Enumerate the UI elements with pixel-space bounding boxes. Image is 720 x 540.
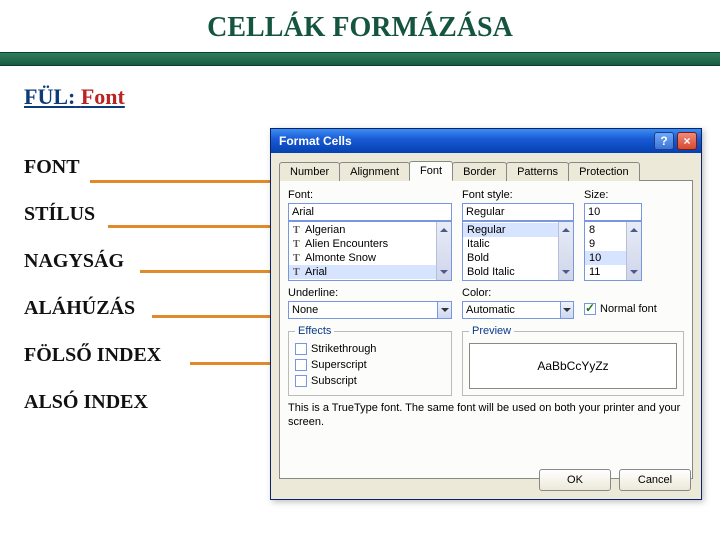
callout-size: NAGYSÁG bbox=[24, 250, 260, 272]
scrollbar[interactable] bbox=[558, 222, 573, 280]
checkbox-icon bbox=[295, 359, 307, 371]
list-item[interactable]: TArial bbox=[289, 265, 451, 279]
checkbox-icon bbox=[295, 343, 307, 355]
callout-subscript: ALSÓ INDEX bbox=[24, 391, 260, 413]
preview-sample: AaBbCcYyZz bbox=[469, 343, 677, 389]
size-input[interactable] bbox=[584, 203, 642, 221]
color-value[interactable] bbox=[462, 301, 560, 319]
tab-caption-prefix: FÜL: bbox=[24, 84, 75, 109]
font-style-input[interactable] bbox=[462, 203, 574, 221]
callout-style: STÍLUS bbox=[24, 203, 260, 225]
dialog-titlebar[interactable]: Format Cells ? × bbox=[271, 129, 701, 153]
font-input[interactable] bbox=[288, 203, 452, 221]
list-item[interactable]: Italic bbox=[463, 237, 573, 251]
checkbox-icon bbox=[584, 303, 596, 315]
effects-group: Effects Strikethrough Superscript Subscr… bbox=[288, 325, 452, 396]
underline-dropdown[interactable] bbox=[288, 301, 452, 319]
preview-group: Preview AaBbCcYyZz bbox=[462, 325, 684, 396]
color-dropdown[interactable] bbox=[462, 301, 574, 319]
scrollbar[interactable] bbox=[626, 222, 641, 280]
list-item[interactable]: TAlien Encounters bbox=[289, 237, 451, 251]
dialog-title: Format Cells bbox=[279, 134, 352, 148]
effects-title: Effects bbox=[295, 325, 334, 337]
callout-labels: FONT STÍLUS NAGYSÁG ALÁHÚZÁS FÖLSŐ INDEX… bbox=[0, 120, 260, 413]
font-panel: Font: TAlgerian TAlien Encounters TAlmon… bbox=[279, 181, 693, 479]
callout-font: FONT bbox=[24, 156, 260, 178]
underline-label: Underline: bbox=[288, 287, 452, 299]
scrollbar[interactable] bbox=[436, 222, 451, 280]
normal-font-checkbox[interactable]: Normal font bbox=[584, 301, 657, 317]
tab-patterns[interactable]: Patterns bbox=[506, 162, 569, 181]
tab-alignment[interactable]: Alignment bbox=[339, 162, 410, 181]
chevron-down-icon[interactable] bbox=[437, 301, 452, 319]
tab-border[interactable]: Border bbox=[452, 162, 507, 181]
color-label: Color: bbox=[462, 287, 574, 299]
checkbox-icon bbox=[295, 375, 307, 387]
strikethrough-checkbox[interactable]: Strikethrough bbox=[295, 341, 445, 357]
font-listbox[interactable]: TAlgerian TAlien Encounters TAlmonte Sno… bbox=[288, 221, 452, 281]
list-item[interactable]: Bold bbox=[463, 251, 573, 265]
slide-title: CELLÁK FORMÁZÁSA bbox=[0, 0, 720, 52]
normal-font-label: Normal font bbox=[600, 303, 657, 315]
tab-number[interactable]: Number bbox=[279, 162, 340, 181]
list-item[interactable]: TAlgerian bbox=[289, 223, 451, 237]
close-button[interactable]: × bbox=[677, 132, 697, 150]
arrow-underline bbox=[152, 315, 282, 318]
font-style-label: Font style: bbox=[462, 189, 574, 201]
superscript-checkbox[interactable]: Superscript bbox=[295, 357, 445, 373]
tab-caption-word: Font bbox=[81, 84, 125, 109]
list-item[interactable]: TAlmonte Snow bbox=[289, 251, 451, 265]
size-listbox[interactable]: 8 9 10 11 bbox=[584, 221, 642, 281]
format-cells-dialog: Format Cells ? × Number Alignment Font B… bbox=[270, 128, 702, 500]
cancel-button[interactable]: Cancel bbox=[619, 469, 691, 491]
chevron-down-icon[interactable] bbox=[560, 301, 574, 319]
dialog-tabs: Number Alignment Font Border Patterns Pr… bbox=[279, 159, 693, 181]
subscript-checkbox[interactable]: Subscript bbox=[295, 373, 445, 389]
font-hint: This is a TrueType font. The same font w… bbox=[288, 402, 684, 430]
help-button[interactable]: ? bbox=[654, 132, 674, 150]
tab-font[interactable]: Font bbox=[409, 161, 453, 181]
font-label: Font: bbox=[288, 189, 452, 201]
size-label: Size: bbox=[584, 189, 642, 201]
list-item[interactable]: Bold Italic bbox=[463, 265, 573, 279]
arrow-font bbox=[90, 180, 282, 183]
tab-protection[interactable]: Protection bbox=[568, 162, 640, 181]
title-divider bbox=[0, 52, 720, 66]
list-item[interactable]: Regular bbox=[463, 223, 573, 237]
font-style-listbox[interactable]: Regular Italic Bold Bold Italic bbox=[462, 221, 574, 281]
underline-value[interactable] bbox=[288, 301, 437, 319]
tab-caption: FÜL: Font bbox=[24, 84, 720, 110]
preview-title: Preview bbox=[469, 325, 514, 337]
ok-button[interactable]: OK bbox=[539, 469, 611, 491]
